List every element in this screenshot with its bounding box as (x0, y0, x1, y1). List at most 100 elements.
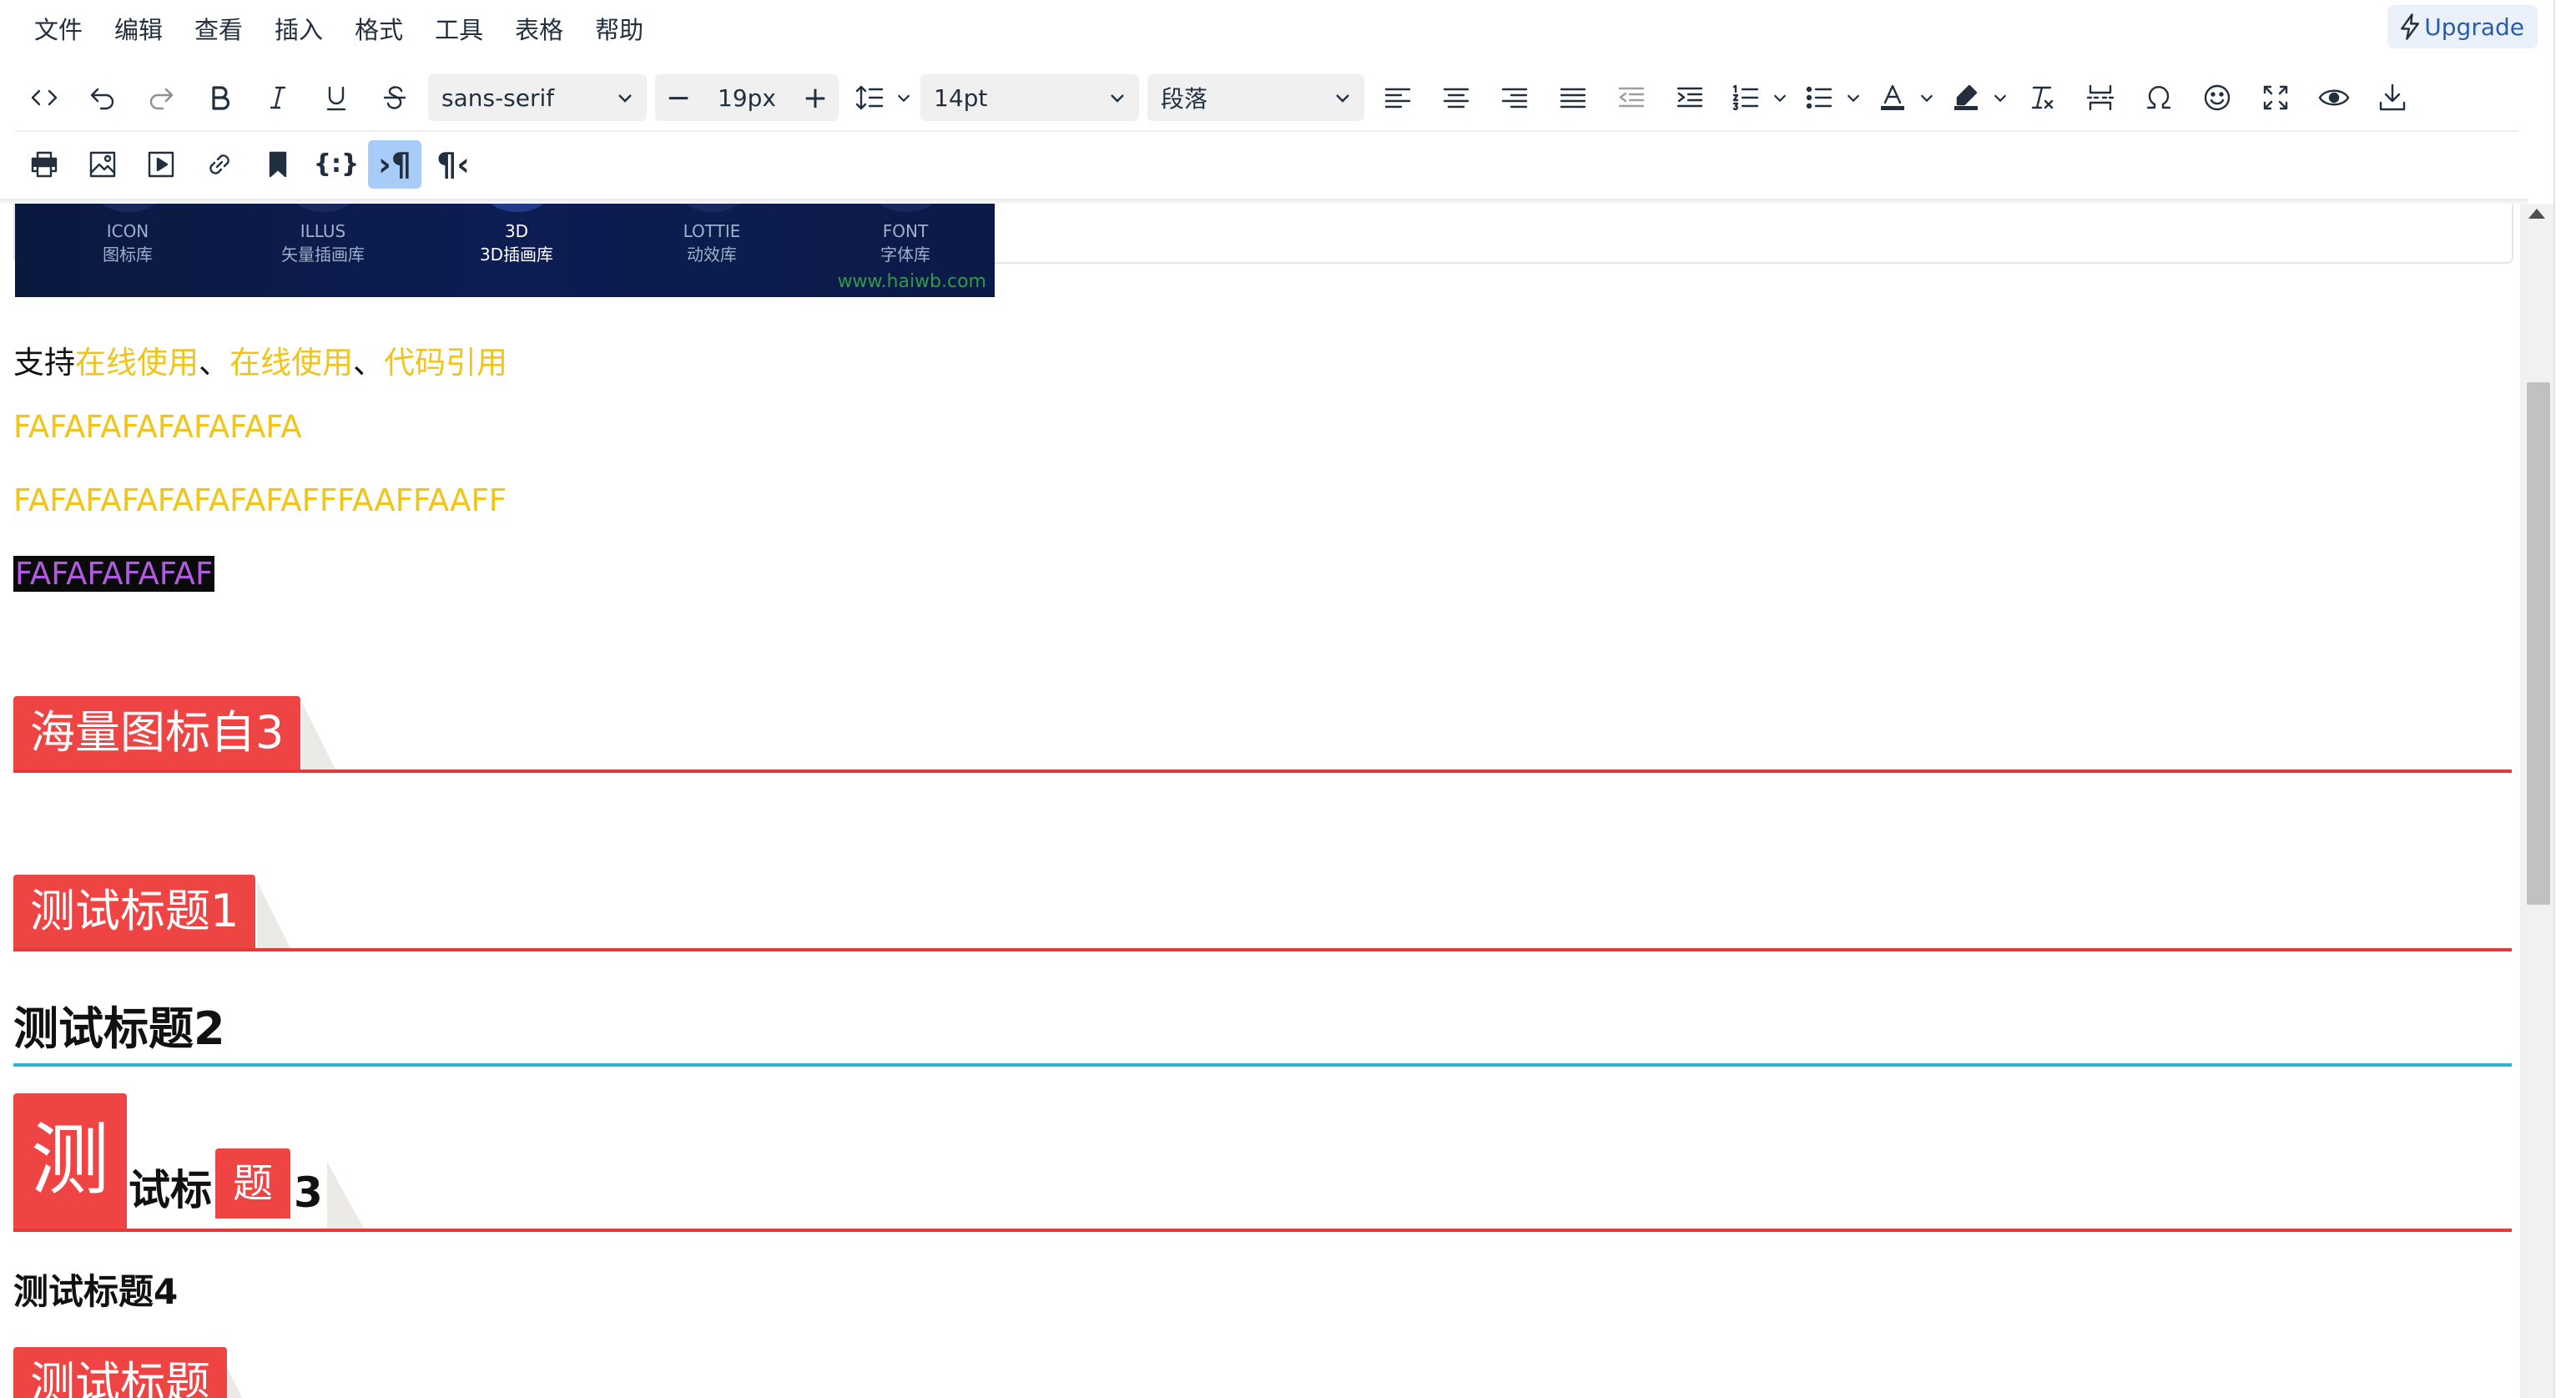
menu-insert[interactable]: 插入 (259, 0, 339, 60)
heading-wedge (257, 881, 290, 948)
heading-a-tag: 海量图标自3 (13, 696, 301, 770)
menu-view[interactable]: 查看 (179, 0, 259, 60)
menu-table[interactable]: 表格 (499, 0, 579, 60)
fullscreen-button[interactable] (2249, 73, 2302, 122)
chevron-down-icon (897, 94, 910, 103)
outdent-button[interactable] (1605, 73, 1658, 122)
menu-format[interactable]: 格式 (339, 0, 419, 60)
preview-icon (2318, 89, 2350, 106)
redo-button[interactable] (134, 73, 188, 122)
outdent-icon (1618, 87, 1645, 108)
highlight-dropdown[interactable] (1990, 73, 2010, 122)
heading-3-chip: 题 (215, 1148, 290, 1219)
fa-line-2: FAFAFAFAFAFAFAFAFFFAAFFAAFF (13, 482, 507, 518)
bullet-list-dropdown[interactable] (1843, 73, 1863, 122)
ltr-icon: ›¶ (378, 146, 411, 183)
page-break-icon (2086, 84, 2115, 111)
font-family-select[interactable]: sans-serif (428, 74, 647, 121)
image-icon (89, 151, 116, 178)
align-left-button[interactable] (1371, 73, 1424, 122)
highlight-split (1942, 73, 2010, 122)
editor-content[interactable]: ICON 图标库 ILLUS 矢量插画库 3D 3D插画库 LOTTIE 动效库 FON… (0, 204, 2520, 1398)
align-right-button[interactable] (1488, 73, 1541, 122)
toolbar-row-1: sans-serif − 19px + 14pt 段落 (15, 68, 2422, 127)
code-button[interactable] (18, 73, 71, 122)
banner-item-illus: ILLUS 矢量插画库 (281, 221, 365, 265)
rtl-button[interactable]: ¶‹ (426, 140, 480, 189)
rtl-icon: ¶‹ (436, 146, 470, 183)
heading-last-tag: 测试标题 (13, 1347, 227, 1398)
ltr-button[interactable]: ›¶ (368, 140, 421, 189)
underline-button[interactable] (310, 73, 363, 122)
undo-button[interactable] (76, 73, 129, 122)
link-button[interactable] (193, 140, 246, 189)
strikethrough-button[interactable] (368, 73, 421, 122)
strikethrough-icon (383, 86, 406, 109)
menu-edit[interactable]: 编辑 (98, 0, 179, 60)
bullet-list-button[interactable] (1795, 73, 1843, 122)
image-button[interactable] (76, 140, 129, 189)
emoji-button[interactable] (2190, 73, 2244, 122)
align-center-button[interactable] (1429, 73, 1483, 122)
preview-button[interactable] (2307, 73, 2361, 122)
block-format-value: 段落 (1161, 85, 1208, 113)
highlight-button[interactable] (1942, 73, 1990, 122)
clear-format-button[interactable] (2015, 73, 2069, 122)
print-icon (31, 151, 58, 178)
text-color-button[interactable] (1868, 73, 1917, 122)
vertical-scrollbar[interactable] (2520, 204, 2553, 1398)
line-height-button[interactable] (845, 73, 894, 122)
increase-font-button[interactable]: + (797, 74, 834, 121)
banner-item-font: FONT 字体库 (880, 221, 930, 265)
bold-button[interactable] (193, 73, 246, 122)
chevron-down-icon (618, 94, 632, 103)
menu-file[interactable]: 文件 (18, 0, 98, 60)
redo-icon (149, 88, 174, 110)
indent-button[interactable] (1663, 73, 1716, 122)
scroll-thumb[interactable] (2527, 382, 2550, 905)
italic-icon (270, 86, 286, 109)
italic-button[interactable] (251, 73, 305, 122)
heading-2-text: 测试标题2 (13, 1002, 225, 1055)
banner-image[interactable]: ICON 图标库 ILLUS 矢量插画库 3D 3D插画库 LOTTIE 动效库 FON… (15, 204, 995, 297)
bookmark-icon (269, 151, 287, 178)
menu-help[interactable]: 帮助 (579, 0, 659, 60)
heading-a-rule (13, 770, 2512, 773)
line-height-dropdown[interactable] (894, 73, 914, 122)
scroll-up-arrow[interactable] (2528, 209, 2545, 219)
font-size-select[interactable]: 14pt (920, 74, 1139, 121)
upgrade-button[interactable]: Upgrade (2387, 5, 2538, 48)
text-color-split (1868, 73, 1937, 122)
text-color-dropdown[interactable] (1917, 73, 1937, 122)
clear-format-icon (2031, 86, 2054, 109)
font-family-value: sans-serif (441, 83, 555, 112)
heading-2: 测试标题2 (13, 992, 2512, 1067)
numbered-list-button[interactable] (1722, 73, 1770, 122)
watermark: www.haiwb.com (837, 271, 986, 292)
special-char-button[interactable] (2132, 73, 2185, 122)
menubar: 文件 编辑 查看 插入 格式 工具 表格 帮助 (0, 0, 2528, 60)
download-button[interactable] (2366, 73, 2419, 122)
bullet-list-split (1795, 73, 1863, 122)
fa-line-1: FAFAFAFAFAFAFAFA (13, 409, 302, 445)
bookmark-button[interactable] (251, 140, 305, 189)
print-button[interactable] (18, 140, 71, 189)
heading-b-rule (13, 948, 2512, 951)
block-format-select[interactable]: 段落 (1147, 74, 1364, 121)
align-center-icon (1443, 88, 1469, 109)
decrease-font-button[interactable]: − (660, 74, 697, 121)
media-button[interactable] (134, 140, 188, 189)
banner-circle (95, 204, 162, 212)
highlight-icon (1954, 84, 1978, 110)
numbered-list-dropdown[interactable] (1770, 73, 1790, 122)
align-left-icon (1384, 88, 1411, 109)
numbered-list-split (1722, 73, 1790, 122)
heading-a: 海量图标自3 (13, 693, 2512, 773)
indent-icon (1676, 87, 1703, 108)
menu-tools[interactable]: 工具 (419, 0, 499, 60)
align-justify-button[interactable] (1546, 73, 1600, 122)
template-button[interactable]: {:} (310, 140, 363, 189)
special-char-icon (2146, 86, 2171, 109)
banner-circle (484, 204, 551, 212)
page-break-button[interactable] (2074, 73, 2127, 122)
